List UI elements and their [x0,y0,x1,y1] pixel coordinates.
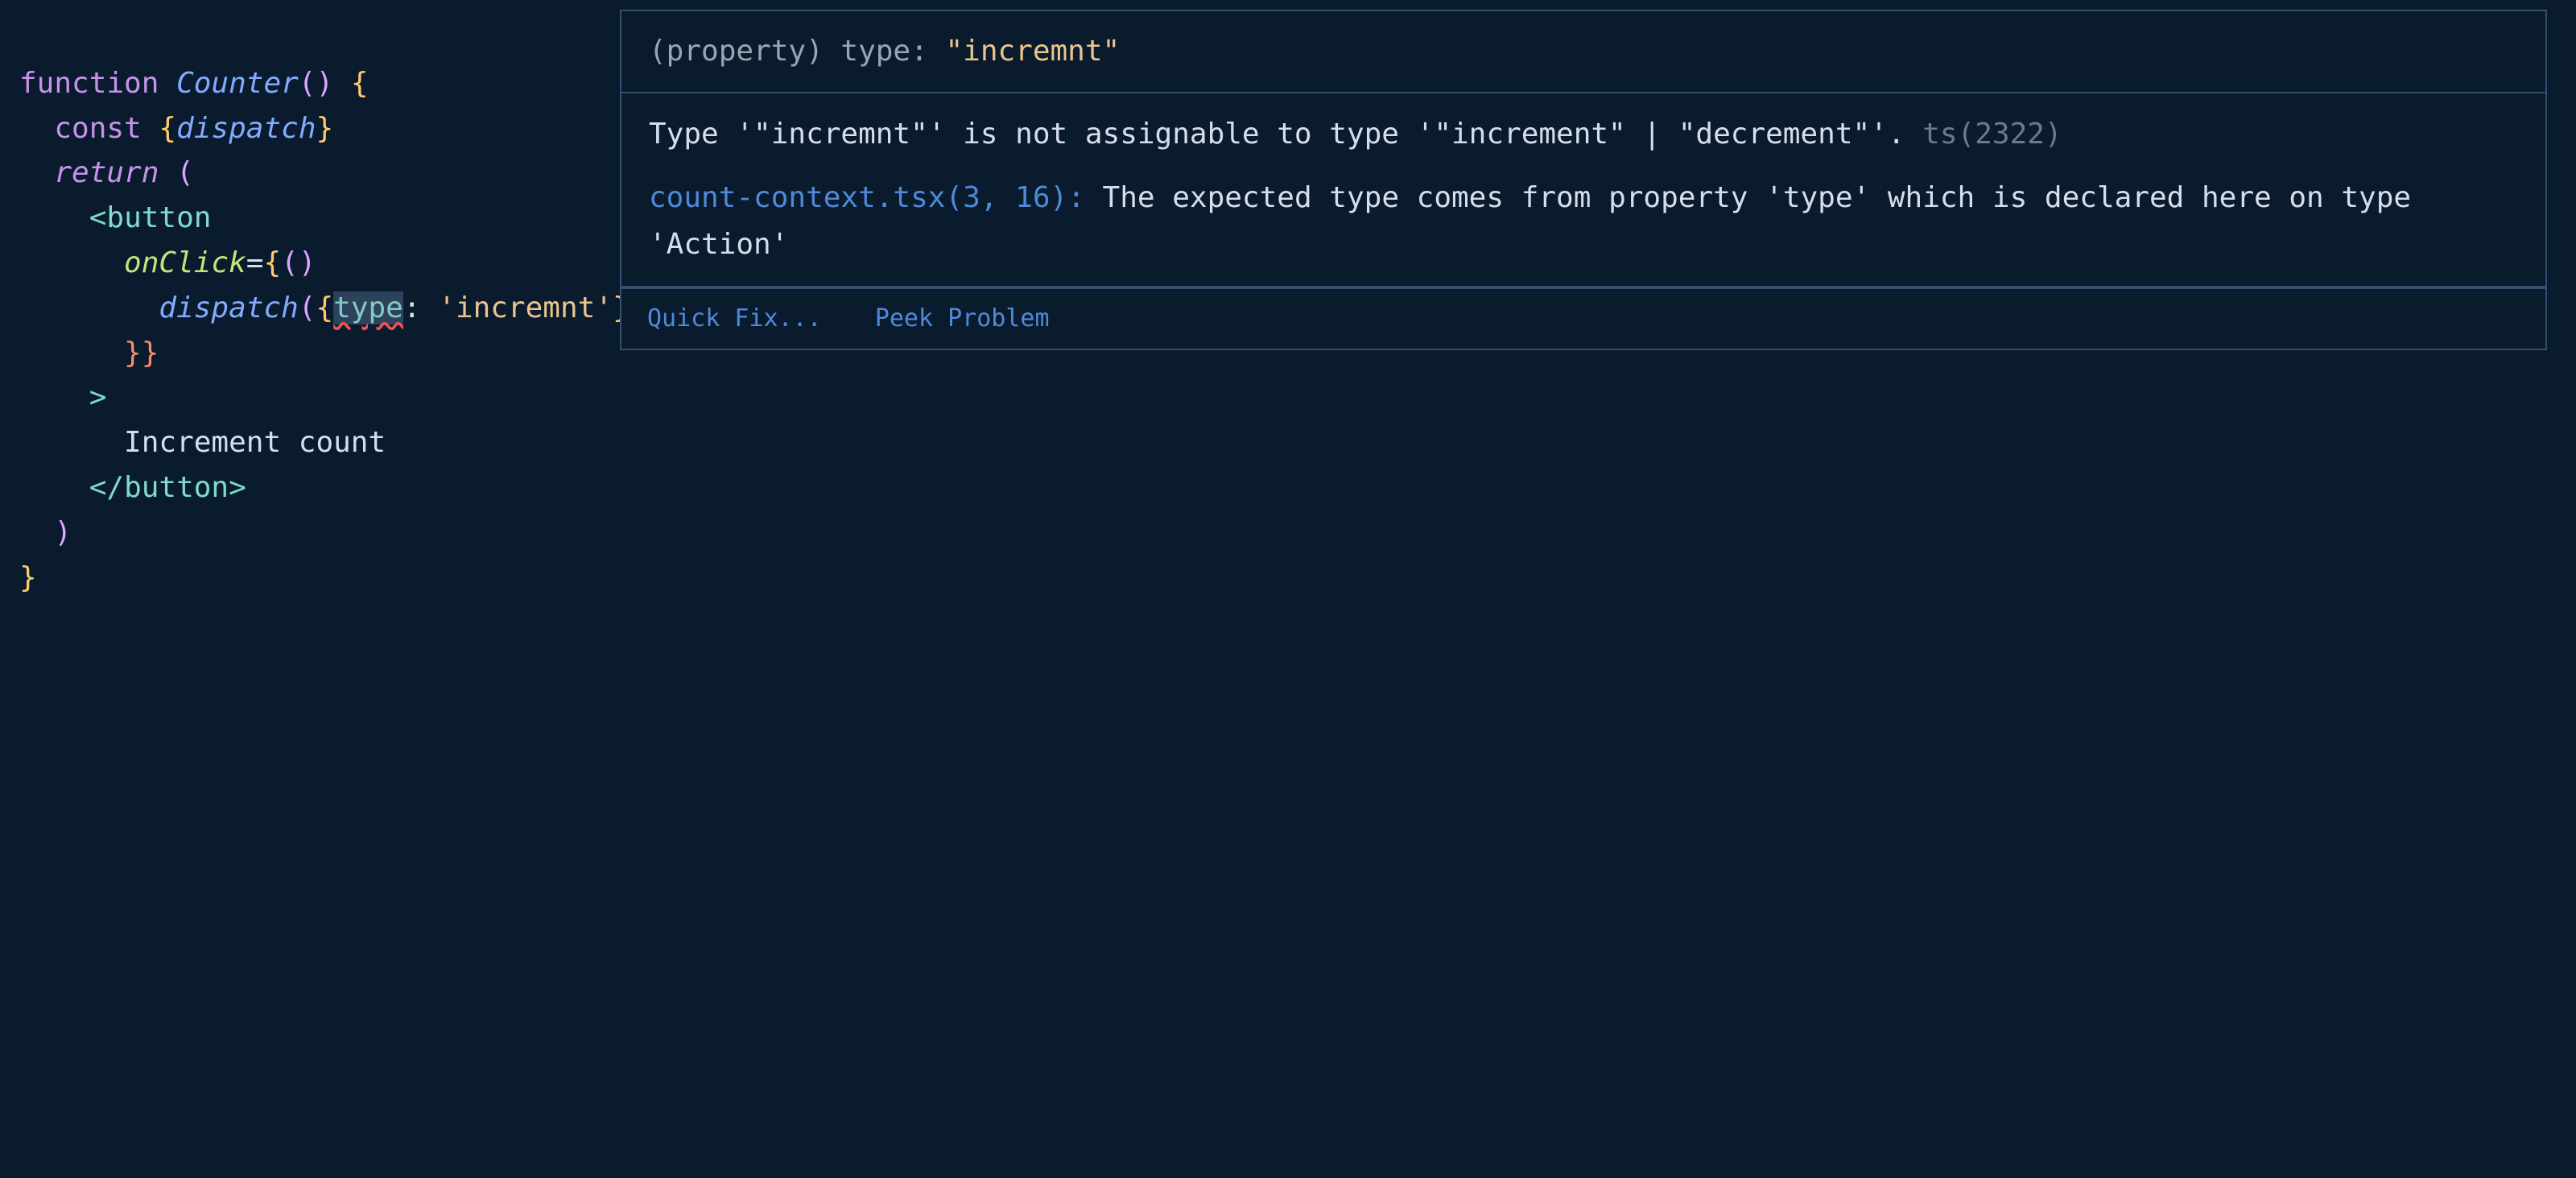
source-link[interactable]: count-context.tsx(3, 16): [649,181,1085,214]
keyword-return: return [54,156,159,189]
hover-actions: Quick Fix... Peek Problem [621,287,2545,349]
jsx-tag-button-open: button [106,201,211,234]
keyword-function: function [19,67,159,100]
var-dispatch: dispatch [176,112,316,145]
error-code: ts(2322) [1922,118,2062,151]
error-message: Type '"incremnt"' is not assignable to t… [649,118,1905,151]
code-editor[interactable]: function Counter() { const {dispatch} re… [0,0,2576,1178]
jsx-attr-onclick: onClick [124,246,246,279]
signature-value: "incremnt" [945,35,1120,68]
hover-signature: (property) type: "incremnt" [621,11,2545,93]
signature-prefix: (property) type: [649,35,945,68]
keyword-const: const [54,112,141,145]
quick-fix-link[interactable]: Quick Fix... [647,304,822,333]
peek-problem-link[interactable]: Peek Problem [875,304,1050,333]
function-name: Counter [176,67,299,100]
prop-type-error[interactable]: type [333,291,403,324]
string-incremnt: 'incremnt' [438,291,613,324]
jsx-tag-button-close: button [124,471,229,504]
jsx-text: Increment count [124,426,386,459]
hover-tooltip: (property) type: "incremnt" Type '"incre… [620,10,2547,350]
hover-body: Type '"incremnt"' is not assignable to t… [621,93,2545,287]
call-dispatch: dispatch [159,291,298,324]
